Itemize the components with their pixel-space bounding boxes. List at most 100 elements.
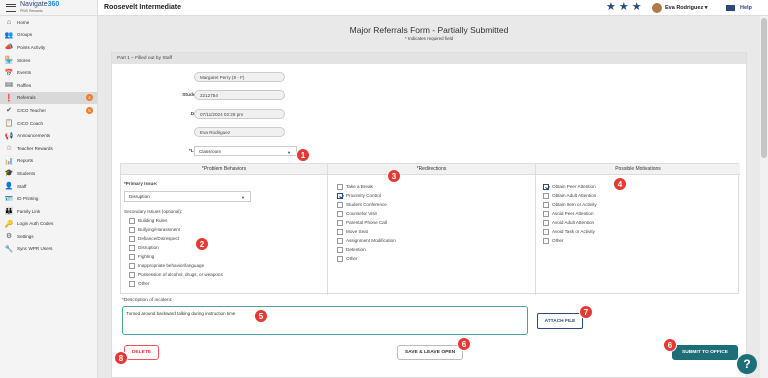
redirection-option[interactable]: Student Conference <box>337 200 387 209</box>
sidebar-item-login-auth-codes[interactable]: 🔑 Login Auth Codes <box>0 218 97 231</box>
motivation-option[interactable]: Obtain Item or Activity <box>543 200 597 209</box>
sidebar-item-family-link[interactable]: 👪 Family Link <box>0 205 97 218</box>
primary-issue-select[interactable]: Disruption ▼ <box>124 191 251 202</box>
checkbox[interactable] <box>337 219 343 226</box>
secondary-issue-option[interactable]: Defiance/Disrespect <box>129 234 179 243</box>
secondary-issue-option[interactable]: Building Rules <box>129 216 167 225</box>
sidebar-item-staff[interactable]: 👤 Staff <box>0 180 97 193</box>
sidebar-item-students[interactable]: 🎓 Students <box>0 167 97 180</box>
checkbox[interactable] <box>543 228 549 235</box>
checkbox[interactable] <box>129 217 135 224</box>
delete-button[interactable]: DELETE <box>124 345 159 360</box>
redirection-option[interactable]: Parental Phone Call <box>337 218 387 227</box>
checkbox[interactable] <box>129 235 135 242</box>
motivation-option[interactable]: Avoid Peer Attention <box>543 209 594 218</box>
description-label: *Description of incident: <box>122 298 173 303</box>
sidebar-item-label: Teacher Rewards <box>17 145 53 151</box>
checkbox[interactable] <box>337 237 343 244</box>
column-divider <box>535 164 536 295</box>
secondary-issue-option[interactable]: Fighting <box>129 252 154 261</box>
hamburger-menu-icon[interactable] <box>6 3 16 12</box>
brand-logo[interactable]: Navigate360 PBIS Rewards <box>20 1 59 14</box>
redirection-option[interactable]: Take a Break <box>337 182 373 191</box>
sidebar-item-stores[interactable]: 🏪 Stores <box>0 54 97 67</box>
sidebar-item-label: Sync WPR Users <box>17 246 53 252</box>
redirection-option[interactable]: Move Seat <box>337 227 368 236</box>
secondary-issue-option[interactable]: Possession of alcohol, drugs, or weapons <box>129 270 223 279</box>
checkbox[interactable] <box>337 255 343 262</box>
checkbox[interactable] <box>129 253 135 260</box>
sidebar-item-points-activity[interactable]: 📣 Points Activity <box>0 41 97 54</box>
checkbox[interactable] <box>337 210 343 217</box>
description-textarea[interactable]: Turned around backward talking during in… <box>122 306 528 335</box>
sidebar-item-reports[interactable]: 📊 Reports <box>0 155 97 168</box>
redirection-option-label: Other <box>346 256 358 261</box>
secondary-issue-option[interactable]: Inappropriate behavior/language <box>129 261 204 270</box>
checkbox-checked[interactable] <box>543 183 549 190</box>
redirection-option[interactable]: Proximity Control <box>337 191 381 200</box>
checkbox[interactable] <box>543 201 549 208</box>
scrollbar[interactable] <box>760 16 768 378</box>
motivation-option[interactable]: Obtain Peer Attention <box>543 182 596 191</box>
sidebar-item-home[interactable]: ⌂ Home <box>0 16 97 29</box>
sidebar-item-referrals[interactable]: ❗ Referrals 4 <box>0 91 97 105</box>
checkbox[interactable] <box>129 226 135 233</box>
submit-to-office-button[interactable]: SUBMIT TO OFFICE <box>672 345 738 360</box>
redirection-option-label: Move Seat <box>346 229 368 234</box>
redirection-option[interactable]: Counselor Visit <box>337 209 377 218</box>
sidebar-item-announcements[interactable]: 📢 Announcements <box>0 129 97 142</box>
checkbox[interactable] <box>337 228 343 235</box>
sidebar-item-groups[interactable]: 👥 Groups <box>0 29 97 42</box>
secondary-issue-option[interactable]: Bullying/Harassment <box>129 225 180 234</box>
checkbox[interactable] <box>129 271 135 278</box>
checkbox[interactable] <box>337 201 343 208</box>
motivation-option[interactable]: Avoid Adult Attention <box>543 218 594 227</box>
motivation-option[interactable]: Obtain Adult Attention <box>543 191 596 200</box>
redirection-option[interactable]: Assignment Modification <box>337 236 396 245</box>
sidebar-item-raffles[interactable]: 🎟 Raffles <box>0 79 97 92</box>
checkbox[interactable] <box>129 262 135 269</box>
sidebar-item-events[interactable]: 📅 Events <box>0 66 97 79</box>
sidebar-item-id-printing[interactable]: 🪪 ID Printing <box>0 192 97 205</box>
help-link[interactable]: Help <box>740 5 752 11</box>
checkbox[interactable] <box>337 246 343 253</box>
motivation-option-label: Obtain Item or Activity <box>552 202 597 207</box>
sidebar-item-cico-coach[interactable]: 📋 CICO Coach <box>0 117 97 130</box>
secondary-issue-option[interactable]: Disruption <box>129 243 159 252</box>
checkbox[interactable] <box>543 237 549 244</box>
locations-select[interactable]: Classroom ▼ <box>194 146 297 156</box>
checkbox[interactable] <box>543 192 549 199</box>
redirection-option-label: Assignment Modification <box>346 238 396 243</box>
scrollbar-thumb[interactable] <box>761 18 767 158</box>
user-menu[interactable]: Eva Rodriguez ▾ <box>665 5 708 11</box>
checkbox[interactable] <box>337 183 343 190</box>
checkbox[interactable] <box>129 280 135 287</box>
motivation-option[interactable]: Other <box>543 236 564 245</box>
rating-stars[interactable]: ★ ★ ★ <box>606 2 642 13</box>
checkbox[interactable] <box>129 244 135 251</box>
checkbox[interactable] <box>543 219 549 226</box>
help-bubble-icon[interactable]: ? <box>737 354 757 374</box>
redirection-option-label: Detention <box>346 247 366 252</box>
checkbox[interactable] <box>543 210 549 217</box>
attach-file-button[interactable]: ATTACH FILE <box>537 313 583 329</box>
secondary-issue-option[interactable]: Other <box>129 279 150 288</box>
redirection-option[interactable]: Other <box>337 254 358 263</box>
redirection-option-label: Student Conference <box>346 202 387 207</box>
motivation-option[interactable]: Avoid Task or Activity <box>543 227 595 236</box>
checkbox-checked[interactable] <box>337 192 343 199</box>
chevron-down-icon: ▼ <box>287 150 291 155</box>
sidebar-item-settings[interactable]: ⚙ Settings <box>0 230 97 243</box>
id-card-icon: 🪪 <box>4 195 14 203</box>
user-avatar[interactable] <box>652 3 662 13</box>
marker-2: 2 <box>195 237 209 251</box>
sidebar-item-teacher-rewards[interactable]: ☆ Teacher Rewards <box>0 142 97 155</box>
marker-1: 1 <box>296 148 310 162</box>
save-leave-open-button[interactable]: SAVE & LEAVE OPEN <box>397 345 463 360</box>
mail-icon[interactable] <box>726 5 735 11</box>
sidebar-item-cico-teacher[interactable]: ✔ CICO Teacher 5 <box>0 104 97 117</box>
redirection-option[interactable]: Detention <box>337 245 366 254</box>
datetime-field[interactable]: 07/11/2024 02:28 pm <box>194 109 285 119</box>
sidebar-item-sync-wpr-users[interactable]: 🔧 Sync WPR Users <box>0 243 97 256</box>
marker-5: 5 <box>254 309 268 323</box>
